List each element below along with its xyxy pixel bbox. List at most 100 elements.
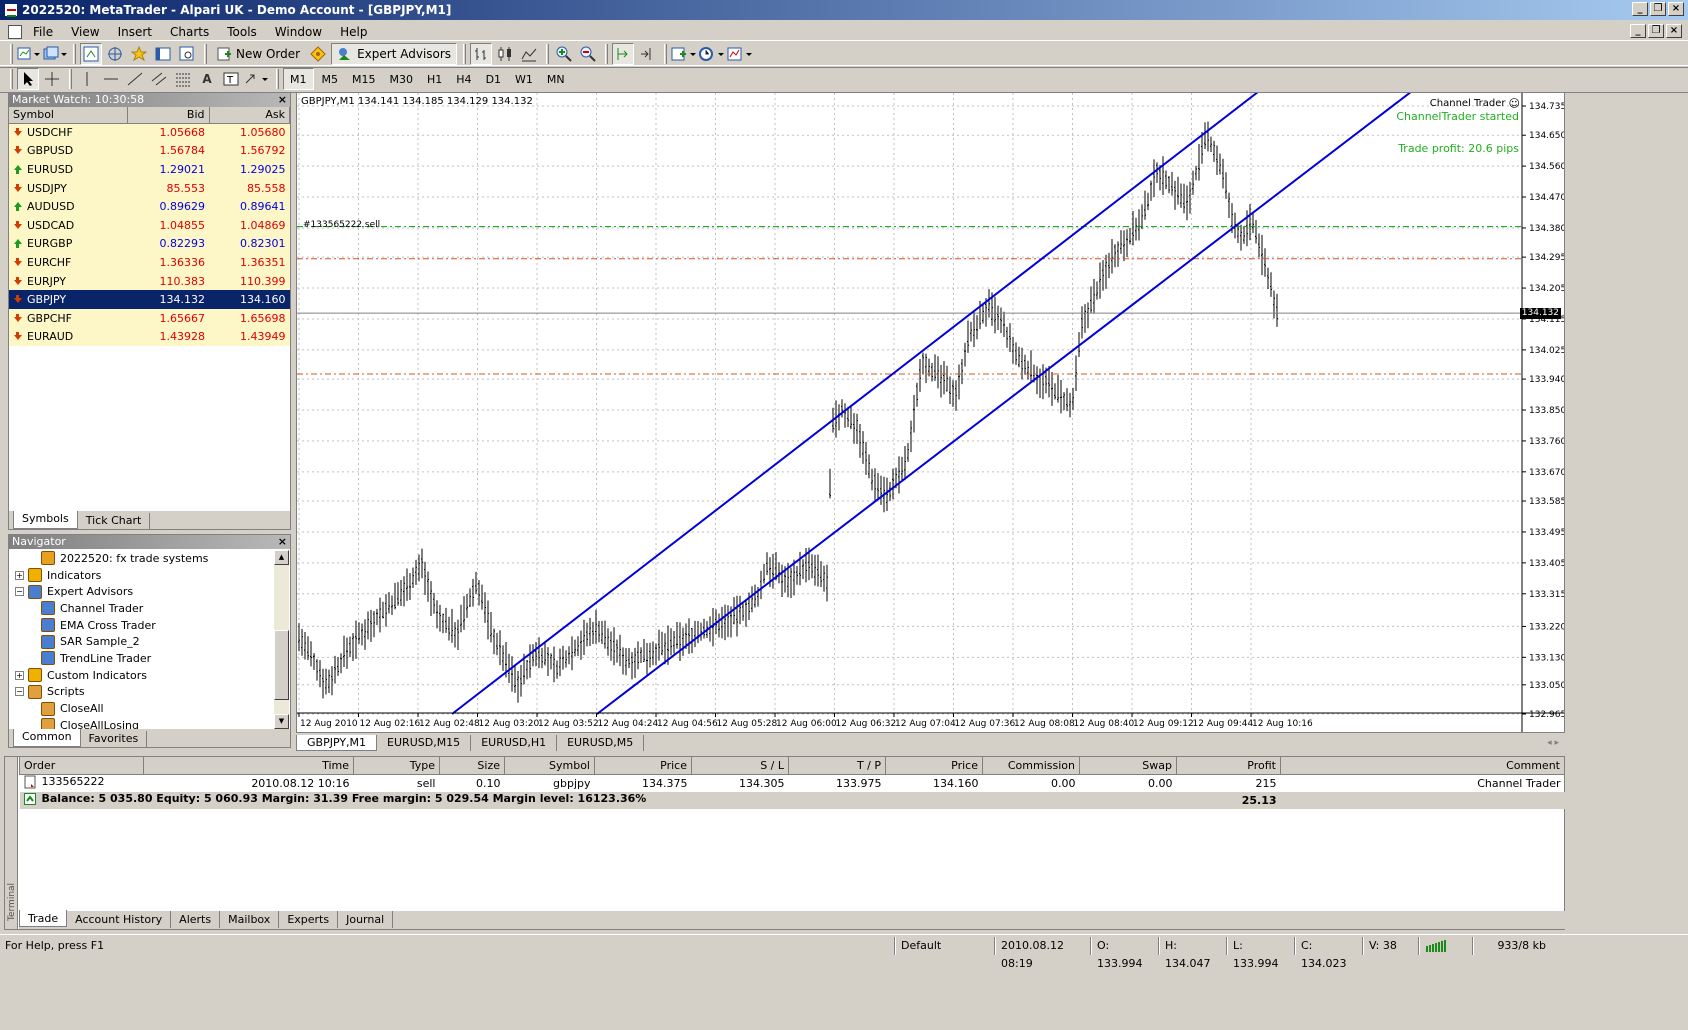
connection-indicator-icon[interactable] (1418, 936, 1472, 955)
price-chart[interactable]: 134.735 134.650 134.560 134.470 134.380 134.2… (297, 93, 1564, 732)
navigator-item[interactable]: TrendLine Trader (15, 650, 273, 667)
navigator-item[interactable]: + Custom Indicators (15, 667, 273, 684)
market-watch-row[interactable]: GBPJPY 134.132 134.160 (9, 290, 290, 309)
market-watch-row[interactable]: EURAUD 1.43928 1.43949 (9, 327, 290, 347)
market-watch-row[interactable]: GBPCHF 1.65667 1.65698 (9, 308, 290, 328)
expert-advisors-button[interactable]: Expert Advisors (331, 43, 458, 65)
tab-journal[interactable]: Journal (338, 911, 394, 928)
templates-icon[interactable] (727, 43, 753, 65)
zoom-out-icon[interactable] (577, 43, 599, 65)
col-comment[interactable]: Comment (1280, 757, 1565, 775)
market-watch-row[interactable]: EURCHF 1.36336 1.36351 (9, 253, 290, 272)
periods-icon[interactable] (699, 43, 725, 65)
metaeditor-icon[interactable] (307, 43, 329, 65)
close-button[interactable]: × (1668, 2, 1684, 16)
crosshair-icon[interactable] (41, 68, 63, 90)
child-close-button[interactable]: × (1666, 24, 1682, 38)
data-window-icon[interactable] (104, 43, 126, 65)
col-commission[interactable]: Commission (982, 757, 1080, 775)
timeframe-m15[interactable]: M15 (346, 68, 382, 90)
navigator-item[interactable]: EMA Cross Trader (15, 617, 273, 634)
col-swap[interactable]: Swap (1079, 757, 1177, 775)
tab-tick-chart[interactable]: Tick Chart (78, 513, 151, 529)
column-symbol[interactable]: Symbol (9, 107, 128, 124)
market-watch-close-icon[interactable]: × (278, 93, 287, 107)
expand-icon[interactable]: + (15, 570, 24, 580)
market-watch-row[interactable]: USDJPY 85.553 85.558 (9, 178, 290, 198)
horizontal-line-icon[interactable] (100, 68, 122, 90)
col-symbol[interactable]: Symbol (504, 757, 595, 775)
tab-symbols[interactable]: Symbols (13, 511, 78, 529)
col-tp[interactable]: T / P (788, 757, 886, 775)
navigator-item[interactable]: − Expert Advisors (15, 583, 273, 600)
scroll-down-icon[interactable]: ▼ (274, 714, 289, 729)
navigator-item[interactable]: − Scripts (15, 684, 273, 701)
tab-eurusd-m15[interactable]: EURUSD,M15 (377, 735, 472, 751)
market-watch-row[interactable]: USDCHF 1.05668 1.05680 (9, 123, 290, 142)
minimize-button[interactable]: _ (1632, 2, 1648, 16)
arrows-icon[interactable] (244, 68, 270, 90)
child-minimize-button[interactable]: _ (1630, 24, 1646, 38)
column-ask[interactable]: Ask (209, 107, 290, 124)
candlesticks-icon[interactable] (494, 43, 516, 65)
menu-insert[interactable]: Insert (109, 25, 161, 39)
chart-window[interactable]: 134.735 134.650 134.560 134.470 134.380 134.2… (296, 92, 1565, 733)
menu-window[interactable]: Window (266, 25, 331, 39)
col-current-price[interactable]: Price (885, 757, 983, 775)
col-size[interactable]: Size (439, 757, 505, 775)
navigator-item[interactable]: SAR Sample_2 (15, 633, 273, 650)
menu-view[interactable]: View (62, 25, 108, 39)
tab-eurusd-h1[interactable]: EURUSD,H1 (471, 735, 558, 751)
tab-common[interactable]: Common (13, 729, 81, 747)
navigator-item[interactable]: Channel Trader (15, 600, 273, 617)
col-price[interactable]: Price (594, 757, 692, 775)
navigator-scrollbar[interactable]: ▲ ▼ (274, 550, 289, 729)
indicators-list-icon[interactable] (671, 43, 697, 65)
collapse-icon[interactable]: − (15, 587, 24, 597)
child-restore-button[interactable]: ❐ (1648, 24, 1664, 38)
collapse-icon[interactable]: − (15, 687, 24, 697)
menu-file[interactable]: File (24, 25, 62, 39)
tab-scroll-arrows-icon[interactable]: ◂ ▸ (1547, 738, 1559, 748)
market-watch-toggle-icon[interactable] (80, 43, 102, 65)
timeframe-m30[interactable]: M30 (384, 68, 420, 90)
cursor-icon[interactable] (17, 68, 39, 90)
market-watch-row[interactable]: EURUSD 1.29021 1.29025 (9, 160, 290, 179)
expand-icon[interactable]: + (15, 670, 24, 680)
timeframe-w1[interactable]: W1 (509, 68, 539, 90)
new-chart-icon[interactable] (17, 43, 41, 65)
menu-tools[interactable]: Tools (218, 25, 266, 39)
timeframe-d1[interactable]: D1 (480, 68, 507, 90)
timeframe-h1[interactable]: H1 (421, 68, 448, 90)
timeframe-m5[interactable]: M5 (316, 68, 345, 90)
vertical-line-icon[interactable] (76, 68, 98, 90)
col-sl[interactable]: S / L (691, 757, 789, 775)
profiles-icon[interactable] (43, 43, 67, 65)
market-watch-row[interactable]: EURJPY 110.383 110.399 (9, 271, 290, 291)
col-type[interactable]: Type (353, 757, 440, 775)
col-profit[interactable]: Profit (1176, 757, 1281, 775)
tab-eurusd-m5[interactable]: EURUSD,M5 (557, 735, 645, 751)
navigator-icon[interactable] (128, 43, 150, 65)
col-order[interactable]: Order (19, 757, 144, 775)
terminal-icon[interactable] (152, 43, 174, 65)
auto-scroll-icon[interactable] (612, 43, 635, 65)
timeframe-mn[interactable]: MN (541, 68, 571, 90)
equidistant-channel-icon[interactable] (148, 68, 170, 90)
trendline-icon[interactable] (124, 68, 146, 90)
scroll-thumb[interactable] (274, 630, 289, 700)
tab-account-history[interactable]: Account History (67, 911, 172, 928)
restore-button[interactable]: ❐ (1650, 2, 1666, 16)
market-watch-row[interactable]: USDCAD 1.04855 1.04869 (9, 215, 290, 235)
strategy-tester-icon[interactable] (176, 43, 198, 65)
tab-trade[interactable]: Trade (19, 910, 68, 927)
tab-alerts[interactable]: Alerts (171, 911, 221, 928)
fibonacci-retracement-icon[interactable] (172, 68, 194, 90)
market-watch-row[interactable]: AUDUSD 0.89629 0.89641 (9, 197, 290, 216)
column-bid[interactable]: Bid (127, 107, 210, 124)
col-time[interactable]: Time (143, 757, 354, 775)
timeframe-h4[interactable]: H4 (450, 68, 477, 90)
navigator-item[interactable]: CloseAllLosing (15, 717, 273, 729)
timeframe-m1[interactable]: M1 (283, 68, 314, 90)
navigator-close-icon[interactable]: × (278, 535, 287, 549)
